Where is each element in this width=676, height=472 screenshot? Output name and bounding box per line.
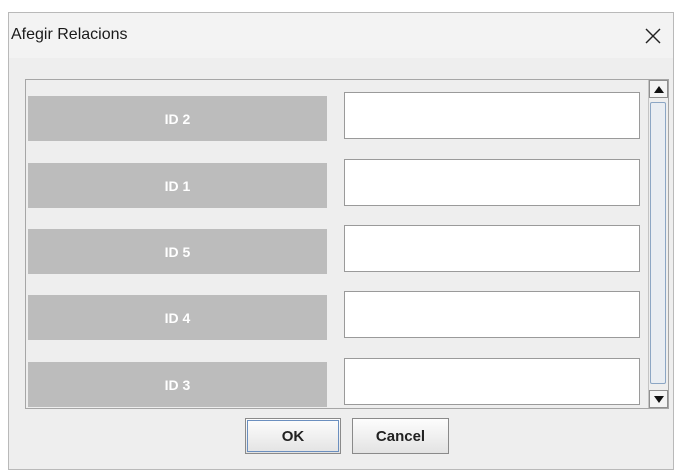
close-icon [645, 28, 661, 43]
id-label: ID 3 [28, 362, 327, 407]
relation-row: ID 5 [26, 225, 646, 274]
relation-value-input[interactable] [344, 92, 640, 139]
vertical-scrollbar[interactable] [648, 80, 668, 408]
title-bar[interactable]: Afegir Relacions [9, 13, 673, 58]
relations-scroll-pane: ID 2 ID 1 ID 5 ID 4 ID 3 [25, 79, 669, 409]
relation-value-input[interactable] [344, 159, 640, 206]
scroll-down-button[interactable] [649, 390, 668, 408]
add-relations-dialog: Afegir Relacions ID 2 ID 1 ID 5 ID 4 ID … [8, 12, 674, 470]
ok-button[interactable]: OK [245, 418, 341, 454]
relation-row: ID 1 [26, 159, 646, 208]
screen: Afegir Relacions ID 2 ID 1 ID 5 ID 4 ID … [0, 0, 676, 472]
relation-value-input[interactable] [344, 225, 640, 272]
scrollbar-thumb[interactable] [650, 102, 666, 384]
arrow-down-icon [653, 395, 664, 403]
cancel-button[interactable]: Cancel [352, 418, 449, 454]
relation-value-input[interactable] [344, 358, 640, 405]
dialog-title: Afegir Relacions [11, 26, 128, 43]
arrow-up-icon [653, 85, 664, 93]
id-label: ID 2 [28, 96, 327, 141]
close-button[interactable] [633, 13, 673, 58]
relation-row: ID 4 [26, 291, 646, 340]
relation-row: ID 3 [26, 358, 646, 407]
relation-row: ID 2 [26, 92, 646, 141]
id-label: ID 5 [28, 229, 327, 274]
dialog-buttons: OK Cancel [9, 418, 673, 458]
id-label: ID 1 [28, 163, 327, 208]
id-label: ID 4 [28, 295, 327, 340]
relation-value-input[interactable] [344, 291, 640, 338]
scroll-up-button[interactable] [649, 80, 668, 98]
